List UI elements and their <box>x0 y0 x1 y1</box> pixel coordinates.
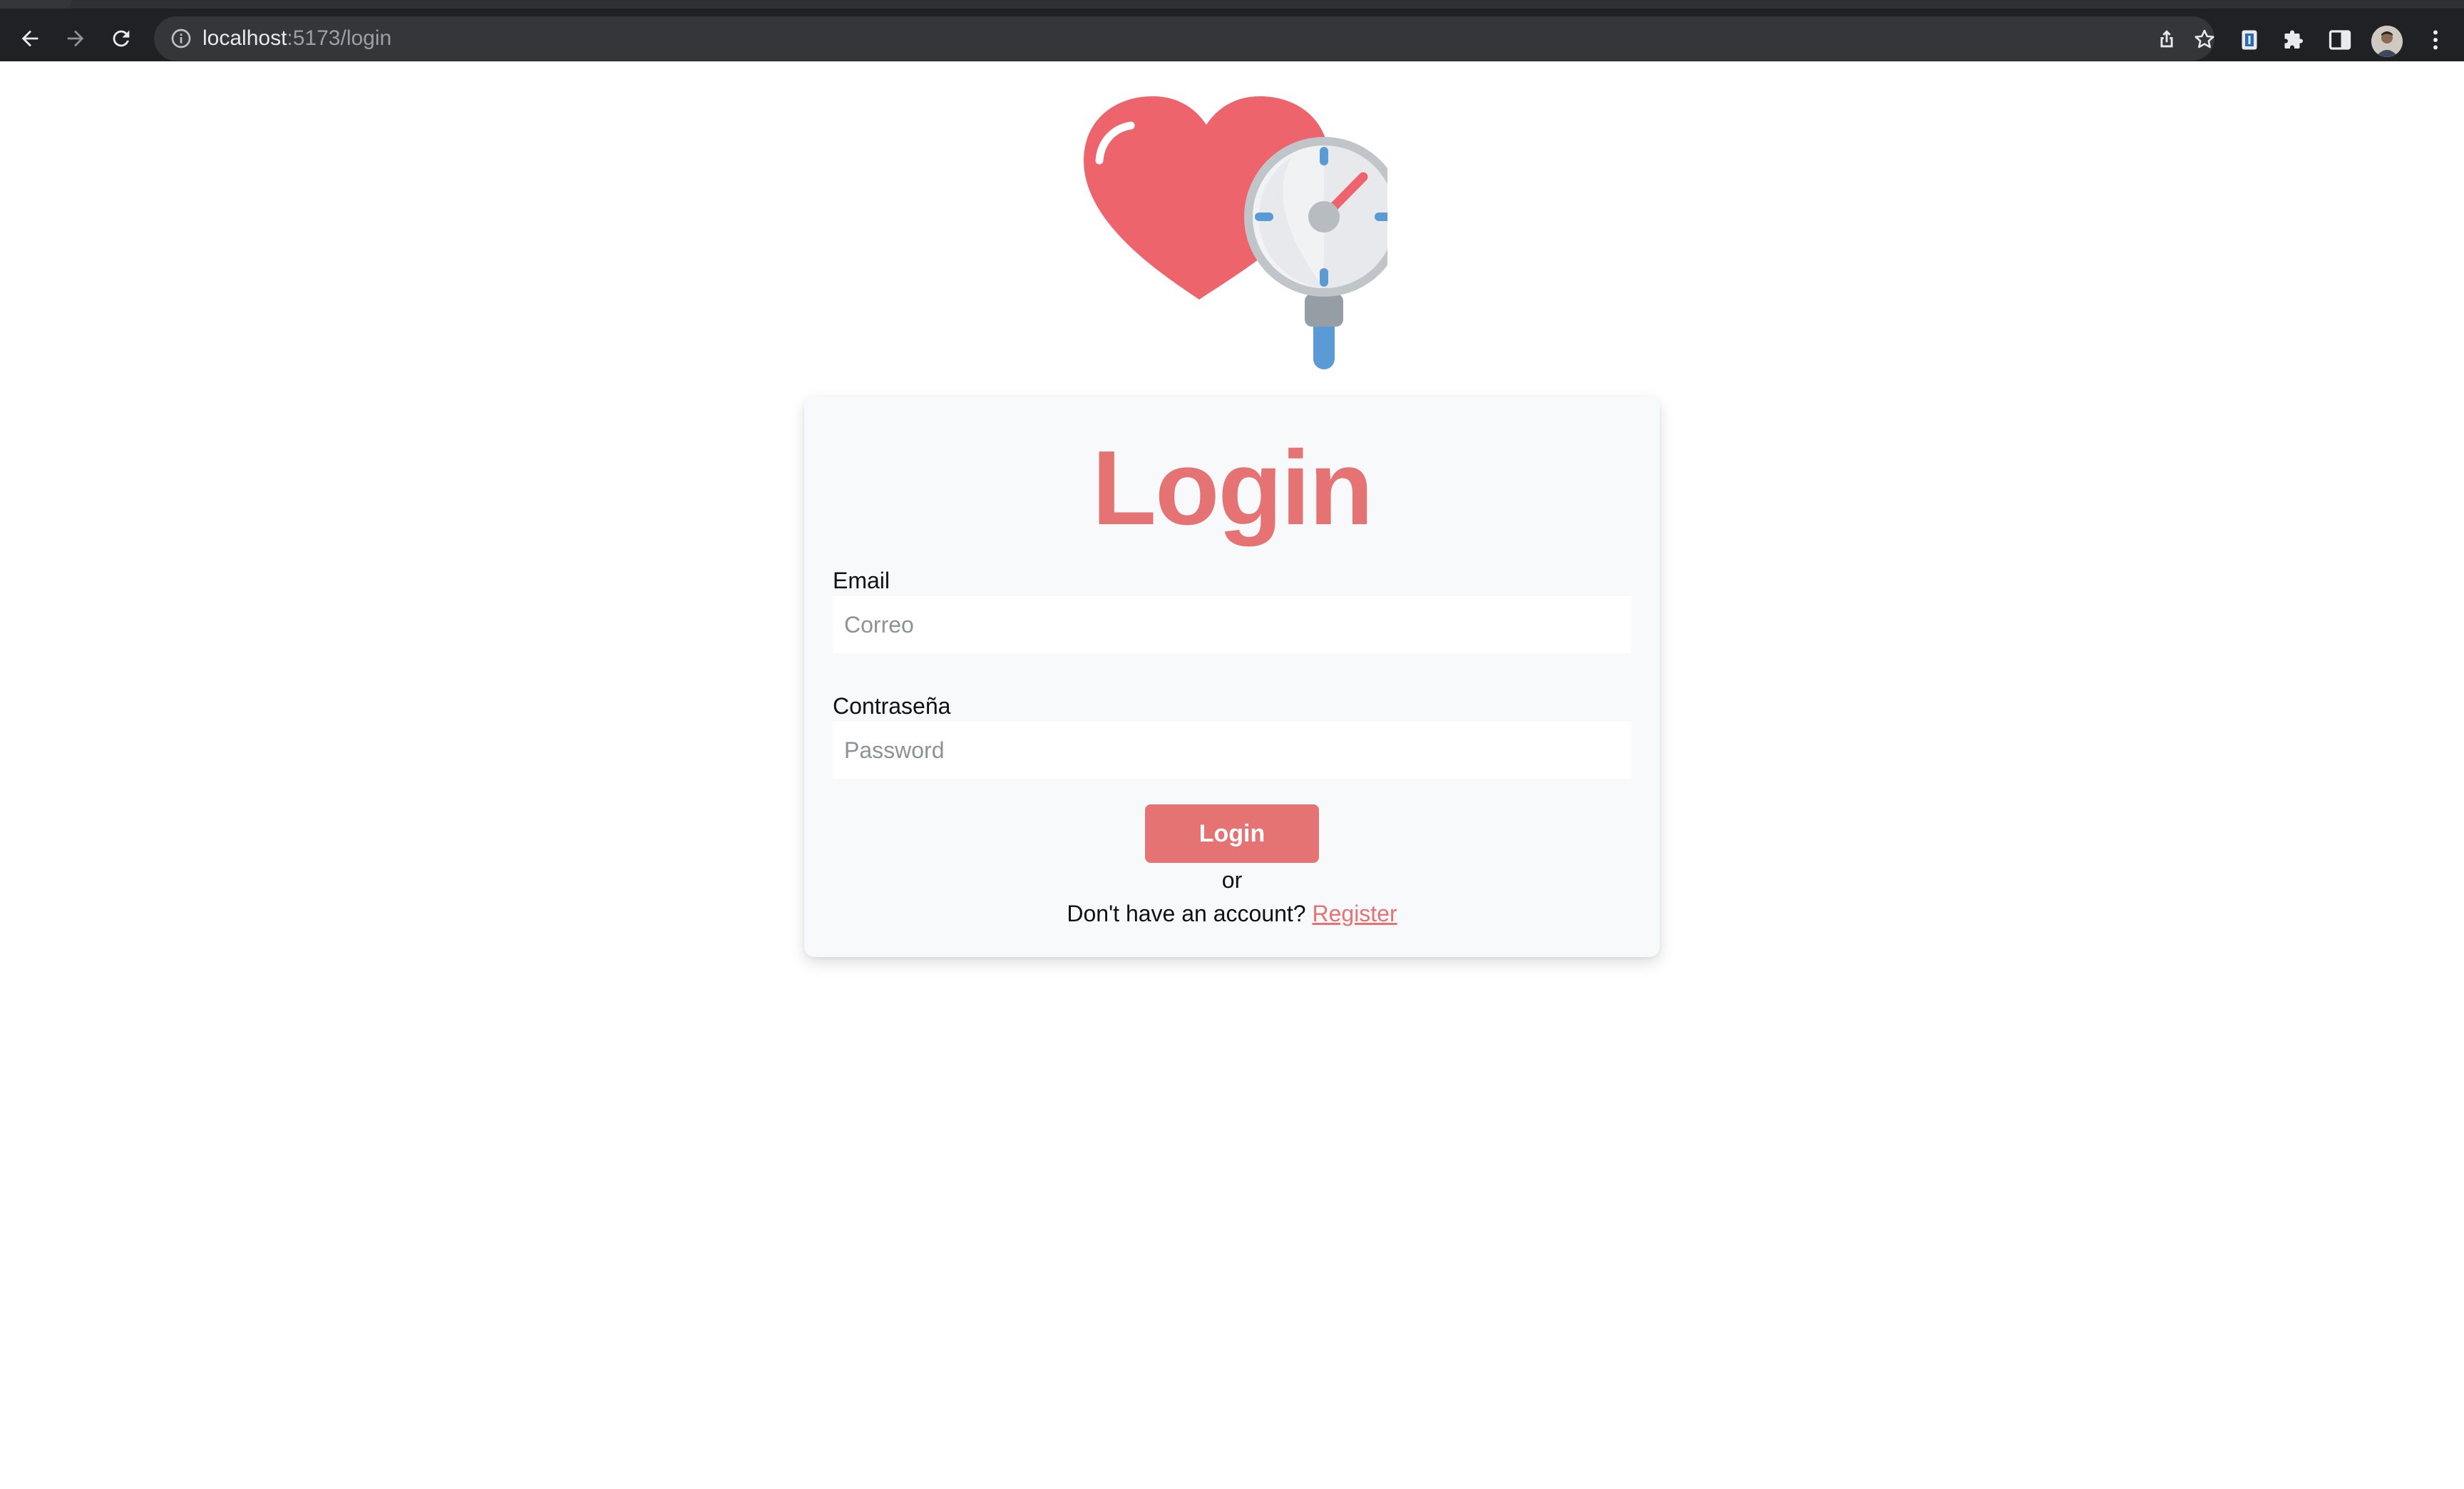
back-button[interactable] <box>10 19 50 58</box>
address-bar[interactable]: localhost:5173/login <box>154 16 2214 61</box>
password-field[interactable] <box>833 722 1631 779</box>
heart-pressure-gauge-logo <box>1084 96 1387 369</box>
info-icon[interactable] <box>170 27 192 50</box>
avatar-person-icon <box>2371 26 2403 57</box>
register-prompt: Don't have an account? Register <box>804 899 1660 928</box>
register-prompt-text: Don't have an account? <box>1067 901 1306 926</box>
back-arrow-icon <box>21 30 38 47</box>
browser-menu-button[interactable] <box>2423 27 2448 53</box>
reload-icon <box>113 30 130 47</box>
browser-toolbar: localhost:5173/login <box>0 0 2464 61</box>
password-label: Contraseña <box>833 693 951 719</box>
url-host: localhost <box>202 26 287 50</box>
url-text[interactable]: localhost:5173/login <box>202 26 391 51</box>
register-link[interactable]: Register <box>1312 901 1397 926</box>
tab-strip <box>0 0 71 9</box>
forward-button[interactable] <box>56 19 96 58</box>
side-panel-button[interactable] <box>2327 27 2353 53</box>
extensions-menu-button[interactable] <box>2281 27 2307 53</box>
extension-button[interactable] <box>2237 27 2262 53</box>
login-card: Login Email Contraseña Login or Don't ha… <box>804 396 1660 957</box>
bookmark-star-icon <box>2194 29 2214 48</box>
page-title: Login <box>1092 429 1374 547</box>
kebab-menu-icon <box>2433 30 2438 50</box>
share-button[interactable] <box>2155 27 2179 51</box>
url-path: :5173/login <box>287 26 392 50</box>
side-panel-icon <box>2329 30 2351 50</box>
forward-arrow-icon <box>67 30 84 47</box>
extension-icon <box>2242 30 2257 50</box>
page-content: Login Email Contraseña Login or Don't ha… <box>0 61 2464 1489</box>
share-icon <box>2160 30 2173 48</box>
email-label: Email <box>833 568 890 593</box>
login-button[interactable]: Login <box>1145 804 1319 863</box>
bookmark-button[interactable] <box>2192 27 2217 51</box>
reload-button[interactable] <box>101 19 141 58</box>
or-separator: or <box>1221 867 1243 893</box>
email-field[interactable] <box>833 596 1631 653</box>
puzzle-icon <box>2284 30 2303 48</box>
profile-avatar[interactable] <box>2371 26 2403 57</box>
